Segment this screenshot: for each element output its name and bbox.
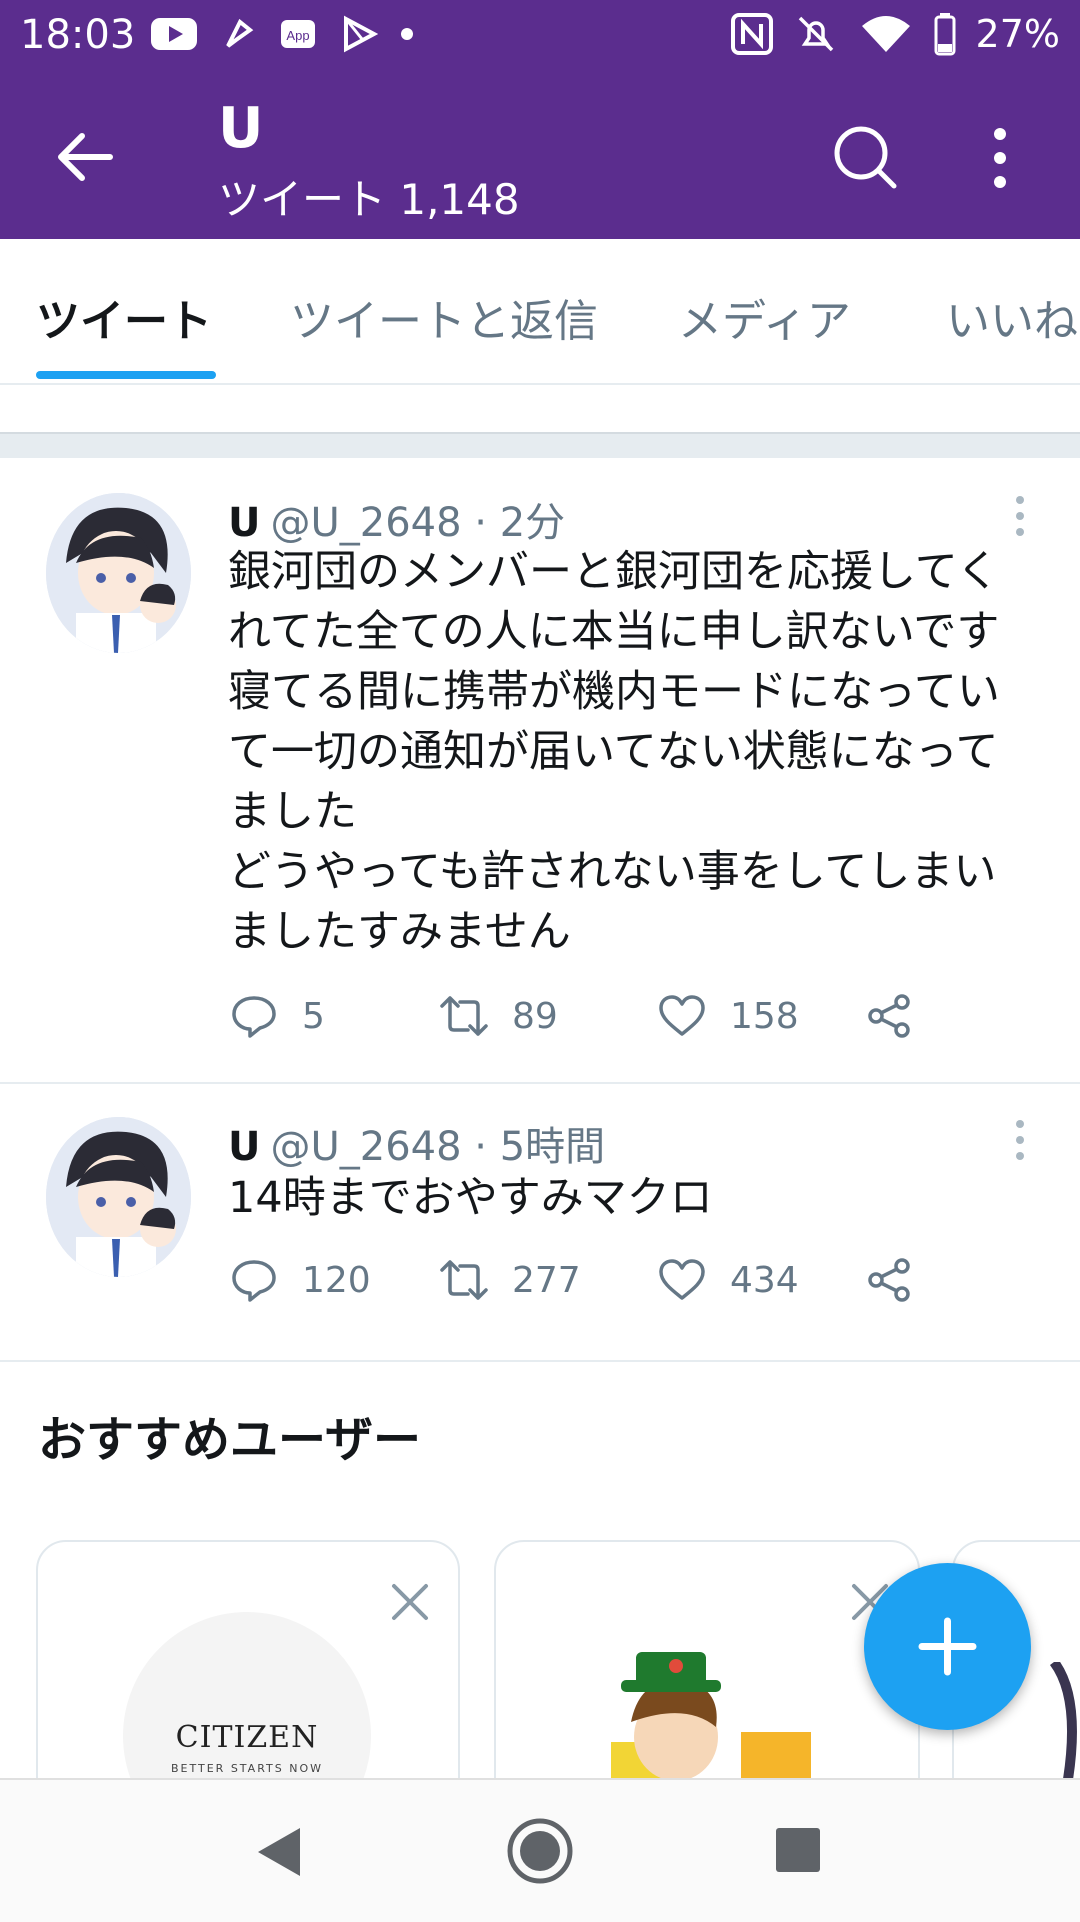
system-navigation-bar	[0, 1778, 1080, 1922]
tweet-item[interactable]: U @U_2648 · 2分 銀河団のメンバーと銀河団を応援してく れてた全ての人…	[0, 458, 1080, 1084]
close-icon	[392, 1584, 428, 1620]
notification-icons: App	[150, 14, 414, 54]
tweet-text: 銀河団のメンバーと銀河団を応援してく れてた全ての人に本当に申し訳ないです 寝て…	[228, 547, 1000, 957]
tweet-header: U @U_2648 · 5時間	[228, 1114, 605, 1172]
system-icons: 27%	[730, 12, 1060, 56]
retweet-button[interactable]: 89	[438, 990, 558, 1042]
nav-recents-button[interactable]	[772, 1824, 824, 1876]
avatar[interactable]	[46, 1117, 191, 1277]
tweet-more-button[interactable]	[1008, 1116, 1032, 1166]
tab-tweets[interactable]: ツイート	[36, 285, 212, 349]
app-bar: U ツイート 1,148	[0, 74, 1080, 239]
retweet-count: 89	[512, 995, 558, 1037]
like-count: 158	[730, 995, 799, 1037]
arrow-left-icon	[58, 133, 113, 181]
search-icon	[834, 126, 897, 189]
brand-logo-text: CITIZEN	[175, 1720, 319, 1755]
share-icon	[868, 994, 910, 1038]
avatar-illustration	[46, 1117, 191, 1277]
back-button[interactable]	[50, 122, 120, 192]
dot-icon	[401, 28, 413, 40]
tweet-meta: @U_2648 · 5時間	[270, 1124, 606, 1170]
tweet-count: ツイート 1,148	[218, 175, 520, 224]
tweet-meta: @U_2648 · 2分	[270, 500, 566, 546]
wifi-icon	[861, 16, 910, 52]
nav-back-button[interactable]	[250, 1822, 310, 1882]
retweet-button[interactable]: 277	[438, 1254, 581, 1306]
avatar[interactable]	[46, 493, 191, 653]
plus-icon	[918, 1617, 977, 1676]
dismiss-button[interactable]	[388, 1580, 432, 1624]
profile-tabs: ツイート ツイートと返信 メディア いいね	[0, 239, 1080, 385]
tweet-header: U @U_2648 · 2分	[228, 490, 565, 548]
like-button[interactable]: 158	[656, 990, 799, 1042]
reply-icon	[232, 1260, 276, 1302]
reply-button[interactable]: 5	[228, 990, 325, 1042]
reply-icon	[232, 996, 276, 1038]
avatar-illustration	[46, 493, 191, 653]
overflow-menu-button[interactable]	[980, 118, 1020, 198]
more-vertical-icon	[994, 128, 1006, 188]
search-button[interactable]	[830, 122, 900, 192]
retweet-count: 277	[512, 1259, 581, 1301]
tab-tweets-and-replies[interactable]: ツイートと返信	[290, 285, 598, 349]
share-button[interactable]	[864, 1254, 916, 1306]
brand-logo-tagline: BETTER STARTS NOW	[170, 1762, 323, 1775]
reply-count: 120	[302, 1259, 371, 1301]
share-icon	[868, 1258, 910, 1302]
app-badge-icon: App	[281, 20, 315, 48]
triangle-back-icon	[258, 1828, 300, 1876]
svg-text:App: App	[286, 28, 309, 43]
tweet-text: 14時までおやすみマクロ	[228, 1173, 713, 1223]
nfc-icon	[730, 13, 773, 55]
mute-bell-icon	[798, 16, 833, 52]
tweet-actions: 5 89 158	[228, 990, 948, 1050]
more-vertical-icon	[1016, 496, 1024, 536]
tweet-actions: 120 277 434	[228, 1254, 948, 1314]
section-divider	[0, 432, 1080, 458]
play-store-icon	[344, 15, 378, 53]
battery-icon	[934, 13, 956, 56]
top-bar: 18:03 App 27% U ツイート 1,148	[0, 0, 1080, 239]
home-circle-icon	[507, 1818, 573, 1884]
like-button[interactable]: 434	[656, 1254, 799, 1306]
tweet-item[interactable]: U @U_2648 · 5時間 14時までおやすみマクロ 120 277 434	[0, 1082, 1080, 1362]
tab-indicator	[36, 371, 216, 379]
tab-media[interactable]: メディア	[678, 285, 851, 349]
like-count: 434	[730, 1259, 799, 1301]
reply-count: 5	[302, 995, 325, 1037]
music-app-icon	[226, 18, 254, 48]
tweet-author-name[interactable]: U	[228, 1124, 260, 1170]
tab-likes[interactable]: いいね	[946, 285, 1078, 349]
share-button[interactable]	[864, 990, 916, 1042]
heart-icon	[659, 995, 705, 1036]
more-vertical-icon	[1016, 1120, 1024, 1160]
battery-percent: 27%	[975, 12, 1060, 56]
tweet-more-button[interactable]	[1008, 492, 1032, 542]
status-time: 18:03	[20, 12, 136, 58]
status-bar: 18:03 App 27%	[0, 0, 1080, 74]
recommended-users-title: おすすめユーザー	[38, 1412, 422, 1468]
reply-button[interactable]: 120	[228, 1254, 371, 1306]
nav-home-button[interactable]	[505, 1816, 575, 1886]
compose-tweet-button[interactable]	[864, 1563, 1031, 1730]
tweet-author-name[interactable]: U	[228, 500, 260, 546]
retweet-icon	[440, 996, 488, 1036]
youtube-icon	[151, 18, 197, 50]
heart-icon	[659, 1259, 705, 1300]
square-recents-icon	[776, 1828, 820, 1872]
profile-name: U	[218, 96, 264, 161]
retweet-icon	[440, 1260, 488, 1300]
